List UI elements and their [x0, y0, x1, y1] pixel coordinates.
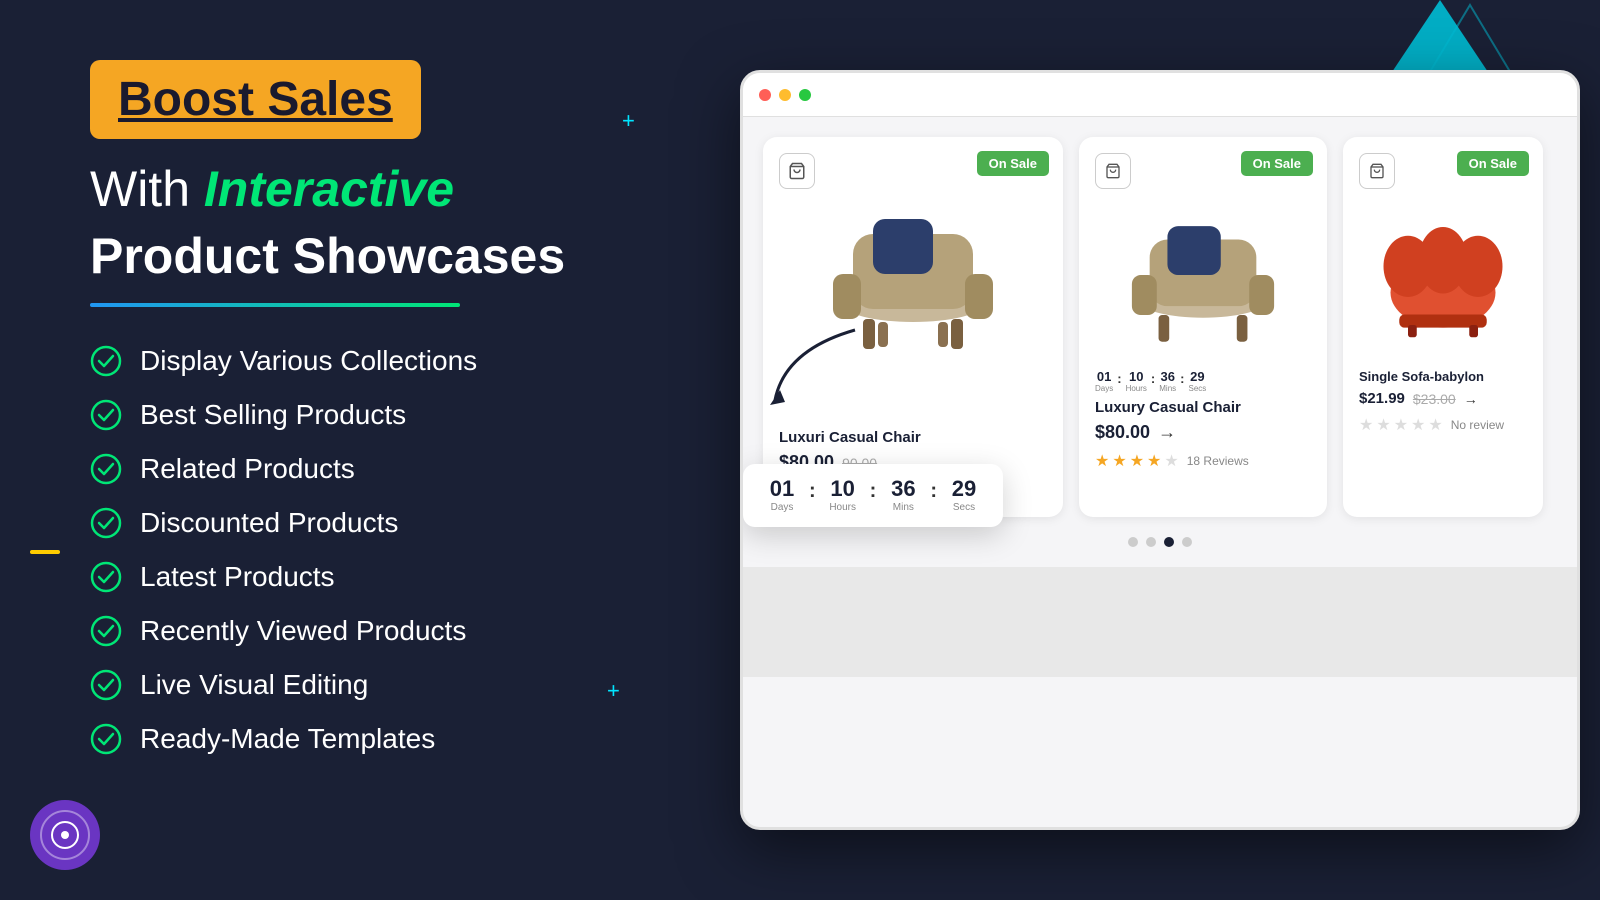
feature-text-6: Recently Viewed Products — [140, 615, 466, 647]
feature-list: Display Various Collections Best Selling… — [90, 345, 640, 755]
countdown-secs-num: 29 — [945, 478, 983, 500]
countdown-hours-num: 10 — [824, 478, 862, 500]
countdown-mins: 36 Mins — [884, 478, 922, 513]
countdown-secs-label: Secs — [945, 502, 983, 513]
cd-hours-2: 10 — [1126, 369, 1147, 384]
price-arrow-2: → — [1158, 422, 1176, 443]
boost-badge: Boost Sales — [90, 60, 421, 139]
countdown-days-num: 01 — [763, 478, 801, 500]
product-name-3: Single Sofa-babylon — [1359, 369, 1527, 384]
pagination-dot-4[interactable] — [1182, 537, 1192, 547]
right-panel: On Sale — [720, 0, 1600, 900]
review-count-2: 18 Reviews — [1187, 454, 1249, 468]
browser-dot-red — [759, 89, 771, 101]
with-text: With — [90, 161, 190, 217]
price-current-2: $80.00 — [1095, 422, 1150, 443]
check-icon-5 — [90, 561, 122, 593]
feature-item-8: Ready-Made Templates — [90, 723, 640, 755]
countdown-secs: 29 Secs — [945, 478, 983, 513]
logo-circle — [30, 800, 100, 870]
boost-badge-text: Boost Sales — [118, 73, 393, 126]
feature-item-7: Live Visual Editing — [90, 669, 640, 701]
price-current-3: $21.99 — [1359, 390, 1405, 407]
check-icon-1 — [90, 345, 122, 377]
check-icon-8 — [90, 723, 122, 755]
interactive-text: Interactive — [204, 161, 454, 217]
feature-item-2: Best Selling Products — [90, 399, 640, 431]
check-icon-7 — [90, 669, 122, 701]
cd-mins-2: 36 — [1159, 369, 1176, 384]
sep-3: : — [930, 480, 937, 503]
review-count-3: No review — [1451, 418, 1504, 432]
cart-button-1[interactable] — [779, 153, 815, 189]
product-card-2: On Sale — [1079, 137, 1327, 517]
arrow-curve-decor — [755, 320, 875, 425]
headline-with-interactive: With Interactive — [90, 159, 640, 219]
feature-text-3: Related Products — [140, 453, 355, 485]
left-panel: Boost Sales With Interactive Product Sho… — [0, 0, 700, 900]
underline-decoration — [90, 303, 460, 307]
logo-inner — [40, 810, 90, 860]
feature-text-8: Ready-Made Templates — [140, 723, 435, 755]
product-showcases-text: Product Showcases — [90, 227, 640, 285]
feature-item-4: Discounted Products — [90, 507, 640, 539]
sep-1: : — [809, 480, 816, 503]
product-card-3: On Sale — [1343, 137, 1543, 517]
countdown-hours-label: Hours — [824, 502, 862, 513]
on-sale-badge-1: On Sale — [977, 151, 1049, 176]
price-old-3: $23.00 — [1413, 391, 1456, 407]
on-sale-badge-2: On Sale — [1241, 151, 1313, 176]
feature-text-7: Live Visual Editing — [140, 669, 368, 701]
browser-bottom-section — [743, 567, 1577, 677]
feature-text-2: Best Selling Products — [140, 399, 406, 431]
browser-dot-yellow — [779, 89, 791, 101]
feature-item-1: Display Various Collections — [90, 345, 640, 377]
countdown-mins-label: Mins — [884, 502, 922, 513]
sep-2: : — [870, 480, 877, 503]
price-arrow-3: → — [1464, 391, 1478, 407]
product-name-2: Luxury Casual Chair — [1095, 399, 1311, 416]
countdown-hours: 10 Hours — [824, 478, 862, 513]
feature-text-1: Display Various Collections — [140, 345, 477, 377]
pagination-dot-3[interactable] — [1164, 537, 1174, 547]
product-image-2 — [1095, 199, 1311, 359]
countdown-days: 01 Days — [763, 478, 801, 513]
countdown-mins-num: 36 — [884, 478, 922, 500]
countdown-days-label: Days — [763, 502, 801, 513]
pagination-dot-1[interactable] — [1128, 537, 1138, 547]
product-image-3 — [1359, 199, 1527, 359]
feature-text-4: Discounted Products — [140, 507, 398, 539]
price-row-3: $21.99 $23.00 → — [1359, 390, 1527, 407]
browser-bar — [743, 73, 1577, 117]
stars-2: ★ ★ ★ ★ ★ 18 Reviews — [1095, 451, 1311, 471]
cart-button-2[interactable] — [1095, 153, 1131, 189]
check-icon-6 — [90, 615, 122, 647]
countdown-inline-2: 01Days : 10Hours : 36Mins : 29Secs — [1095, 369, 1311, 393]
on-sale-badge-3: On Sale — [1457, 151, 1529, 176]
sofa-red-svg — [1373, 217, 1513, 342]
cd-days-2: 01 — [1095, 369, 1113, 384]
cd-secs-2: 29 — [1189, 369, 1207, 384]
stars-3: ★ ★ ★ ★ ★ No review — [1359, 415, 1527, 435]
feature-item-5: Latest Products — [90, 561, 640, 593]
feature-text-5: Latest Products — [140, 561, 335, 593]
check-icon-2 — [90, 399, 122, 431]
feature-item-6: Recently Viewed Products — [90, 615, 640, 647]
pagination-dot-2[interactable] — [1146, 537, 1156, 547]
product-name-1: Luxuri Casual Chair — [779, 429, 1047, 446]
check-icon-3 — [90, 453, 122, 485]
check-icon-4 — [90, 507, 122, 539]
feature-item-3: Related Products — [90, 453, 640, 485]
chair-tan-svg-2 — [1123, 212, 1283, 347]
price-row-2: $80.00 → — [1095, 422, 1311, 443]
logo-dot — [61, 831, 69, 839]
browser-mockup: On Sale — [740, 70, 1580, 830]
browser-dot-green — [799, 89, 811, 101]
cart-button-3[interactable] — [1359, 153, 1395, 189]
countdown-popup-big: 01 Days : 10 Hours : 36 Mins — [743, 464, 1003, 527]
logo-center — [51, 821, 79, 849]
products-row: On Sale — [763, 137, 1557, 517]
